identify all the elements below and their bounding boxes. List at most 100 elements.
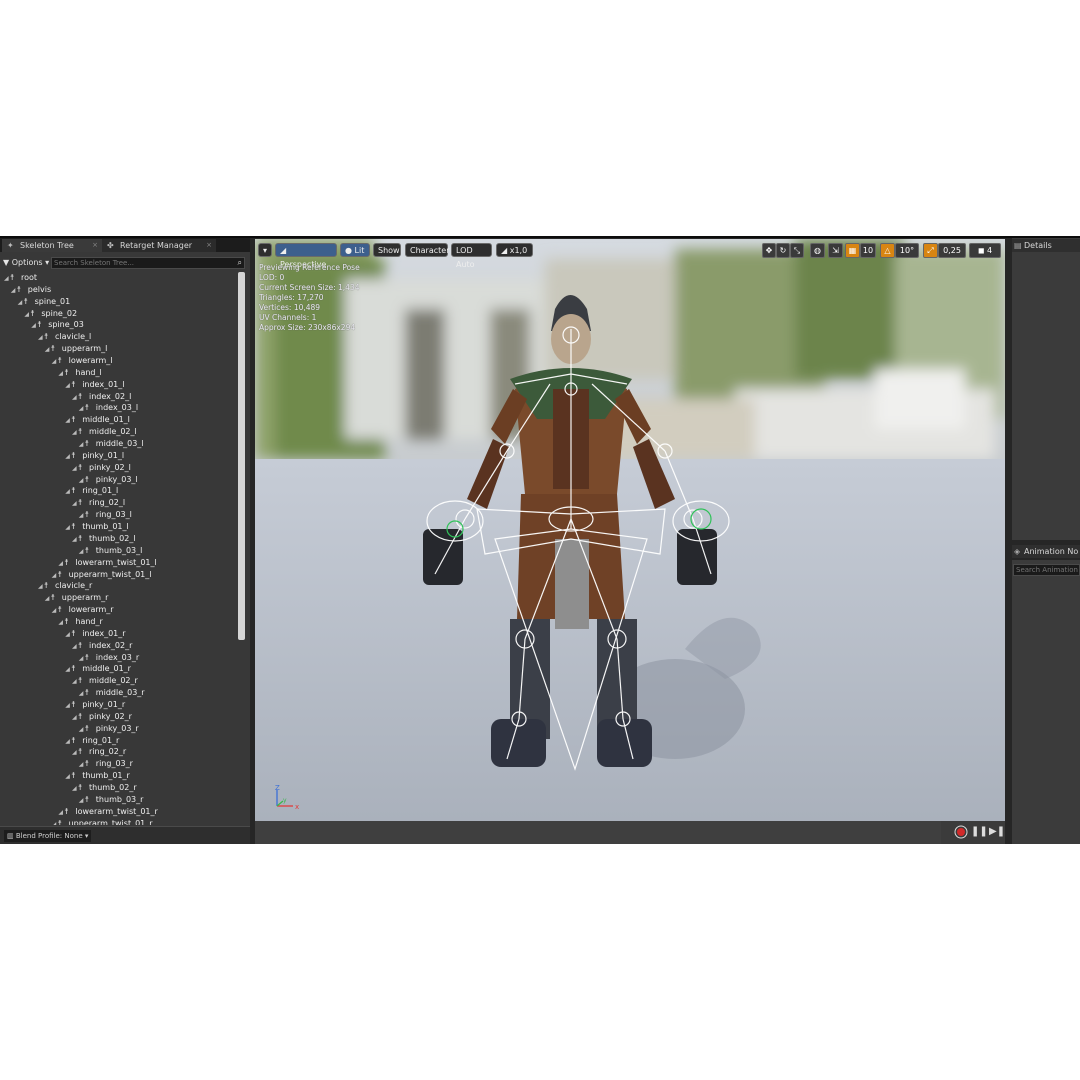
tree-row-middle-01-r[interactable]: ◢☨ middle_01_r bbox=[65, 663, 131, 675]
camera-speed-button[interactable]: ◼ 4 bbox=[969, 243, 1001, 258]
tree-row-spine-03[interactable]: ◢☨ spine_03 bbox=[31, 319, 84, 331]
tab-animation-notifies[interactable]: ◈ Animation No bbox=[1012, 545, 1080, 558]
tree-row-spine-02[interactable]: ◢☨ spine_02 bbox=[24, 308, 77, 320]
viewport[interactable]: ▾ ◢ Perspective ● Lit Show Character LOD… bbox=[255, 239, 1005, 844]
rotate-icon[interactable]: ↻ bbox=[776, 243, 790, 258]
stat-line: Approx Size: 230x86x294 bbox=[259, 323, 356, 332]
timeline-bar[interactable]: ❚❚ ▶❚ bbox=[255, 821, 1005, 844]
perspective-button[interactable]: ◢ Perspective bbox=[275, 243, 337, 269]
pause-button[interactable]: ❚❚ bbox=[971, 823, 988, 841]
tree-row-hand-l[interactable]: ◢☨ hand_l bbox=[58, 367, 101, 379]
tree-row-ring-02-l[interactable]: ◢☨ ring_02_l bbox=[72, 497, 125, 509]
tree-row-upperarm-twist-01-l[interactable]: ◢☨ upperarm_twist_01_l bbox=[52, 569, 152, 581]
lit-button[interactable]: ● Lit bbox=[340, 243, 370, 257]
tab-details[interactable]: ▤ Details bbox=[1012, 239, 1080, 252]
tree-row-ring-03-r[interactable]: ◢☨ ring_03_r bbox=[79, 758, 133, 770]
viewport-menu-button[interactable]: ▾ bbox=[258, 243, 272, 257]
tree-row-root[interactable]: ◢☨ root bbox=[4, 272, 37, 284]
speed-label: x1,0 bbox=[509, 246, 528, 255]
options-button[interactable]: ▼ Options ▾ bbox=[3, 257, 49, 268]
rotation-snap-value[interactable]: 10° bbox=[895, 243, 919, 258]
timeline-track[interactable] bbox=[255, 821, 941, 844]
tree-row-middle-03-l[interactable]: ◢☨ middle_03_l bbox=[79, 438, 144, 450]
tree-row-lowerarm-l[interactable]: ◢☨ lowerarm_l bbox=[52, 355, 113, 367]
world-space-icon[interactable]: ◍ bbox=[810, 243, 825, 258]
tree-row-thumb-02-l[interactable]: ◢☨ thumb_02_l bbox=[72, 533, 136, 545]
tree-row-index-03-l[interactable]: ◢☨ index_03_l bbox=[79, 402, 138, 414]
tree-row-ring-03-l[interactable]: ◢☨ ring_03_l bbox=[79, 509, 132, 521]
tree-row-clavicle-r[interactable]: ◢☨ clavicle_r bbox=[38, 580, 92, 592]
surface-snap-icon[interactable]: ⇲ bbox=[828, 243, 843, 258]
tree-row-lowerarm-r[interactable]: ◢☨ lowerarm_r bbox=[52, 604, 114, 616]
tree-row-hand-r[interactable]: ◢☨ hand_r bbox=[58, 616, 102, 628]
tree-row-pinky-02-r[interactable]: ◢☨ pinky_02_r bbox=[72, 711, 132, 723]
tree-row-ring-01-r[interactable]: ◢☨ ring_01_r bbox=[65, 735, 119, 747]
bone-icon: ☨ bbox=[44, 581, 49, 591]
tree-row-thumb-01-l[interactable]: ◢☨ thumb_01_l bbox=[65, 521, 129, 533]
details-icon: ▤ bbox=[1014, 241, 1022, 250]
tree-scrollbar[interactable] bbox=[238, 272, 245, 640]
tree-row-middle-02-r[interactable]: ◢☨ middle_02_r bbox=[72, 675, 138, 687]
skeleton-search-input[interactable] bbox=[54, 258, 232, 268]
animation-search-input[interactable] bbox=[1014, 565, 1080, 575]
tree-row-upperarm-l[interactable]: ◢☨ upperarm_l bbox=[45, 343, 108, 355]
tree-row-middle-01-l[interactable]: ◢☨ middle_01_l bbox=[65, 414, 130, 426]
tree-row-spine-01[interactable]: ◢☨ spine_01 bbox=[18, 296, 71, 308]
tree-row-pelvis[interactable]: ◢☨ pelvis bbox=[11, 284, 51, 296]
bone-icon: ☨ bbox=[78, 533, 83, 543]
tree-row-middle-03-r[interactable]: ◢☨ middle_03_r bbox=[79, 687, 145, 699]
tree-row-index-02-r[interactable]: ◢☨ index_02_r bbox=[72, 640, 132, 652]
tree-row-lowerarm-twist-01-r[interactable]: ◢☨ lowerarm_twist_01_r bbox=[58, 806, 157, 818]
tree-row-upperarm-twist-01-r[interactable]: ◢☨ upperarm_twist_01_r bbox=[52, 818, 153, 825]
translate-icon[interactable]: ✥ bbox=[762, 243, 776, 258]
close-icon[interactable]: × bbox=[206, 239, 212, 252]
tree-row-lowerarm-twist-01-l[interactable]: ◢☨ lowerarm_twist_01_l bbox=[58, 557, 156, 569]
tree-row-index-03-r[interactable]: ◢☨ index_03_r bbox=[79, 652, 139, 664]
close-icon[interactable]: × bbox=[92, 239, 98, 252]
skeleton-search-field[interactable]: ⌕ bbox=[51, 257, 245, 269]
tree-row-thumb-03-r[interactable]: ◢☨ thumb_03_r bbox=[79, 794, 144, 806]
record-button[interactable] bbox=[953, 823, 969, 841]
tree-row-pinky-01-l[interactable]: ◢☨ pinky_01_l bbox=[65, 450, 124, 462]
tree-row-upperarm-r[interactable]: ◢☨ upperarm_r bbox=[45, 592, 109, 604]
tree-row-ring-02-r[interactable]: ◢☨ ring_02_r bbox=[72, 746, 126, 758]
step-forward-button[interactable]: ▶❚ bbox=[989, 823, 1005, 841]
bone-icon: ☨ bbox=[78, 782, 83, 792]
tree-row-middle-02-l[interactable]: ◢☨ middle_02_l bbox=[72, 426, 137, 438]
grid-snap-icon[interactable]: ▦ bbox=[845, 243, 860, 258]
bone-icon: ☨ bbox=[30, 308, 35, 318]
tree-row-ring-01-l[interactable]: ◢☨ ring_01_l bbox=[65, 485, 118, 497]
show-button[interactable]: Show bbox=[373, 243, 401, 257]
tree-row-index-01-r[interactable]: ◢☨ index_01_r bbox=[65, 628, 125, 640]
lod-button[interactable]: LOD Auto bbox=[451, 243, 492, 269]
playback-speed-button[interactable]: ◢ x1,0 bbox=[496, 243, 533, 257]
tree-row-pinky-01-r[interactable]: ◢☨ pinky_01_r bbox=[65, 699, 125, 711]
search-icon[interactable]: ⌕ bbox=[238, 258, 242, 268]
animation-search-field[interactable] bbox=[1013, 564, 1080, 576]
tab-retarget-manager[interactable]: ✤ Retarget Manager × bbox=[102, 239, 216, 252]
tab-skeleton-tree[interactable]: ✦ Skeleton Tree × bbox=[2, 239, 102, 252]
tree-row-thumb-03-l[interactable]: ◢☨ thumb_03_l bbox=[79, 545, 143, 557]
left-tab-bar: ✦ Skeleton Tree × ✤ Retarget Manager × bbox=[0, 238, 250, 252]
bone-icon: ☨ bbox=[84, 403, 90, 413]
scale-snap-value[interactable]: 0,25 bbox=[938, 243, 966, 258]
scale-icon[interactable]: ⤡ bbox=[790, 243, 804, 258]
tab-details-label: Details bbox=[1024, 241, 1052, 250]
tree-row-index-01-l[interactable]: ◢☨ index_01_l bbox=[65, 379, 124, 391]
tree-row-label: spine_01 bbox=[34, 296, 71, 306]
tree-row-clavicle-l[interactable]: ◢☨ clavicle_l bbox=[38, 331, 91, 343]
tree-row-label: thumb_03_l bbox=[95, 545, 143, 555]
tree-row-thumb-02-r[interactable]: ◢☨ thumb_02_r bbox=[72, 782, 137, 794]
tree-row-pinky-03-l[interactable]: ◢☨ pinky_03_l bbox=[79, 474, 138, 486]
blend-profile-dropdown[interactable]: ▥ Blend Profile: None ▾ bbox=[4, 830, 92, 842]
scale-snap-icon[interactable]: ⤢ bbox=[923, 243, 938, 258]
tree-row-thumb-01-r[interactable]: ◢☨ thumb_01_r bbox=[65, 770, 130, 782]
tree-row-pinky-02-l[interactable]: ◢☨ pinky_02_l bbox=[72, 462, 131, 474]
character-button[interactable]: Character bbox=[405, 243, 450, 257]
bone-icon: ☨ bbox=[50, 344, 56, 354]
rotation-snap-icon[interactable]: △ bbox=[880, 243, 895, 258]
tree-row-index-02-l[interactable]: ◢☨ index_02_l bbox=[72, 391, 131, 403]
grid-snap-value[interactable]: 10 bbox=[860, 243, 876, 258]
tree-row-label: hand_l bbox=[75, 367, 102, 377]
tree-row-pinky-03-r[interactable]: ◢☨ pinky_03_r bbox=[79, 723, 139, 735]
